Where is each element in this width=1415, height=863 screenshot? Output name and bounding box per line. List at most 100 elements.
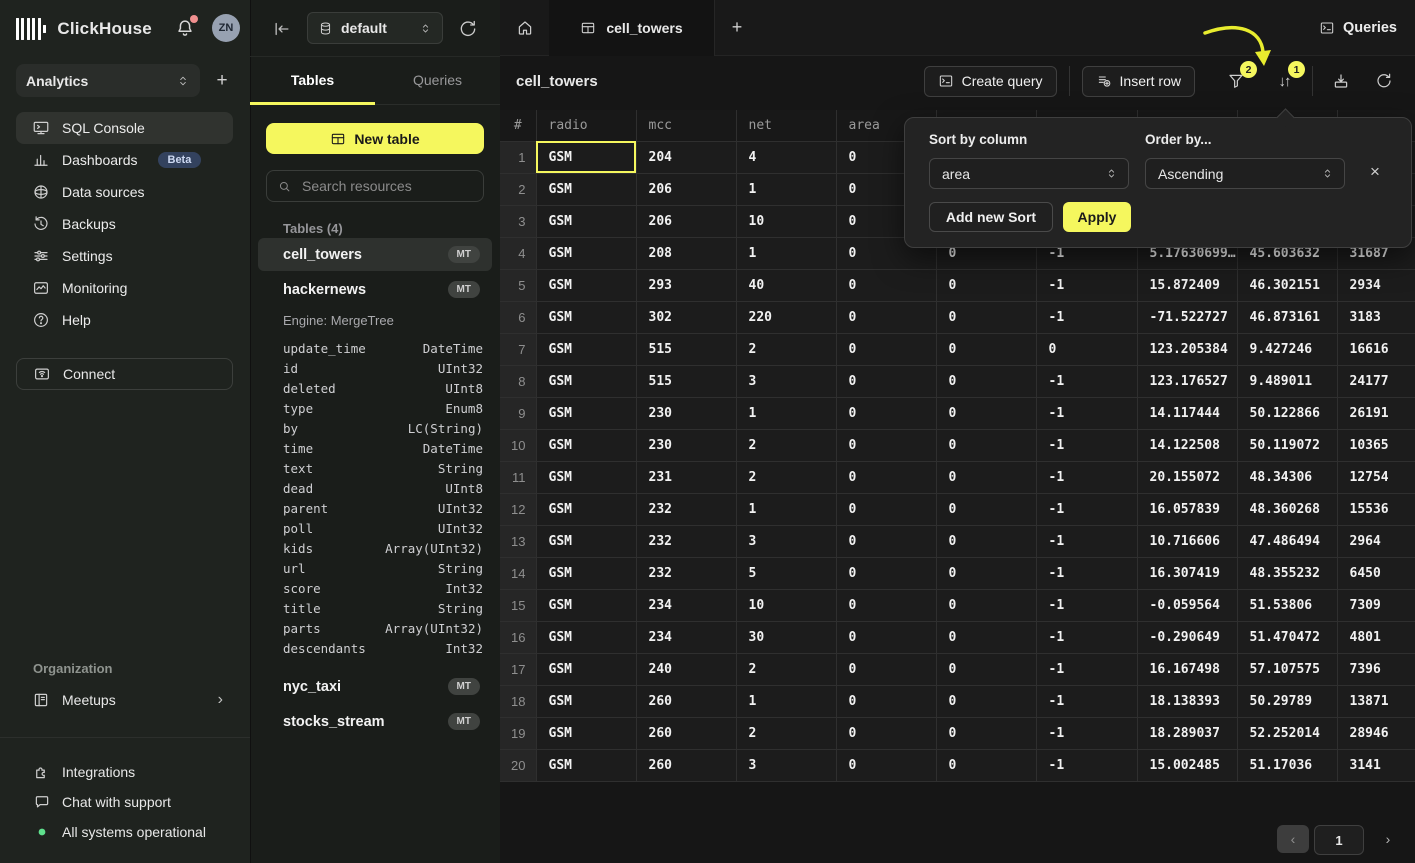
grid-cell[interactable]: 1 (736, 173, 836, 205)
grid-cell[interactable]: 9.427246 (1237, 333, 1337, 365)
grid-cell[interactable]: GSM (536, 397, 636, 429)
grid-cell[interactable]: 10.716606 (1137, 525, 1237, 557)
grid-cell[interactable]: 2 (736, 717, 836, 749)
grid-cell[interactable]: -1 (1036, 685, 1137, 717)
search-box[interactable] (266, 170, 484, 202)
grid-cell[interactable]: 260 (636, 717, 736, 749)
tab-cell-towers[interactable]: cell_towers (549, 0, 715, 56)
grid-cell[interactable]: 0 (836, 333, 936, 365)
grid-cell[interactable]: 1 (736, 397, 836, 429)
grid-cell[interactable]: 0 (836, 429, 936, 461)
filter-button[interactable]: 2 (1223, 68, 1249, 94)
grid-cell[interactable]: 0 (936, 653, 1036, 685)
grid-cell[interactable]: GSM (536, 749, 636, 781)
table-item-nyc_taxi[interactable]: nyc_taxiMT (258, 670, 492, 703)
grid-cell[interactable]: 26191 (1337, 397, 1415, 429)
grid-cell[interactable]: 0 (836, 685, 936, 717)
grid-cell[interactable]: 206 (636, 173, 736, 205)
grid-cell[interactable]: 18.138393 (1137, 685, 1237, 717)
grid-cell[interactable]: 7309 (1337, 589, 1415, 621)
grid-cell[interactable]: 0 (936, 429, 1036, 461)
queries-button[interactable]: Queries (1319, 0, 1397, 55)
grid-cell[interactable]: 123.176527 (1137, 365, 1237, 397)
grid-cell[interactable]: -0.059564 (1137, 589, 1237, 621)
grid-cell[interactable]: GSM (536, 525, 636, 557)
new-table-button[interactable]: New table (266, 123, 484, 154)
grid-cell[interactable]: GSM (536, 461, 636, 493)
grid-cell[interactable]: 0 (836, 653, 936, 685)
new-tab-button[interactable]: + (715, 0, 759, 55)
grid-cell[interactable]: 16.307419 (1137, 557, 1237, 589)
grid-cell[interactable]: 46.873161 (1237, 301, 1337, 333)
sort-column-select[interactable]: area (929, 158, 1129, 189)
grid-cell[interactable]: 28946 (1337, 717, 1415, 749)
grid-cell[interactable]: 3 (736, 525, 836, 557)
grid-cell[interactable]: 4801 (1337, 621, 1415, 653)
grid-cell[interactable]: 3141 (1337, 749, 1415, 781)
grid-cell[interactable]: 18.289037 (1137, 717, 1237, 749)
grid-cell[interactable]: 6450 (1337, 557, 1415, 589)
grid-cell[interactable]: GSM (536, 333, 636, 365)
sidebar-item-backups[interactable]: Backups (16, 208, 233, 240)
grid-cell[interactable]: 240 (636, 653, 736, 685)
grid-cell[interactable]: -1 (1036, 397, 1137, 429)
grid-cell[interactable]: 15.872409 (1137, 269, 1237, 301)
grid-cell[interactable]: GSM (536, 557, 636, 589)
sidebar-item-monitoring[interactable]: Monitoring (16, 272, 233, 304)
grid-cell[interactable]: -1 (1036, 621, 1137, 653)
pagination-next-button[interactable]: › (1372, 825, 1404, 853)
grid-cell[interactable]: 16.057839 (1137, 493, 1237, 525)
sidebar-item-meetups[interactable]: Meetups › (16, 684, 233, 716)
add-new-sort-button[interactable]: Add new Sort (929, 202, 1053, 232)
sidebar-item-sql-console[interactable]: SQL Console (16, 112, 233, 144)
grid-cell[interactable]: 50.119072 (1237, 429, 1337, 461)
tab-tables[interactable]: Tables (250, 56, 375, 104)
grid-cell[interactable]: -1 (1036, 269, 1137, 301)
sidebar-item-dashboards[interactable]: DashboardsBeta (16, 144, 233, 176)
grid-cell[interactable]: 0 (1036, 333, 1137, 365)
grid-cell[interactable]: 2 (736, 333, 836, 365)
avatar[interactable]: ZN (212, 14, 240, 42)
table-item-stocks_stream[interactable]: stocks_streamMT (258, 705, 492, 738)
grid-cell[interactable]: 3 (736, 365, 836, 397)
grid-cell[interactable]: -1 (1036, 493, 1137, 525)
grid-cell[interactable]: 48.360268 (1237, 493, 1337, 525)
sort-order-select[interactable]: Ascending (1145, 158, 1345, 189)
grid-cell[interactable]: 2964 (1337, 525, 1415, 557)
grid-cell[interactable]: GSM (536, 589, 636, 621)
grid-cell[interactable]: 13871 (1337, 685, 1415, 717)
grid-cell[interactable]: 7396 (1337, 653, 1415, 685)
sidebar-item-integrations[interactable]: Integrations (33, 757, 233, 787)
pagination-current-page[interactable]: 1 (1314, 825, 1364, 855)
grid-cell[interactable]: GSM (536, 173, 636, 205)
grid-cell[interactable]: 24177 (1337, 365, 1415, 397)
grid-cell[interactable]: 230 (636, 397, 736, 429)
grid-cell[interactable]: 260 (636, 685, 736, 717)
grid-cell[interactable]: GSM (536, 429, 636, 461)
search-input[interactable] (300, 177, 473, 195)
sidebar-item-all-systems-operational[interactable]: All systems operational (33, 817, 233, 847)
grid-cell[interactable]: 14.117444 (1137, 397, 1237, 429)
grid-cell[interactable]: 2 (736, 429, 836, 461)
grid-cell[interactable]: 16.167498 (1137, 653, 1237, 685)
grid-cell[interactable]: 10365 (1337, 429, 1415, 461)
grid-cell[interactable]: 208 (636, 237, 736, 269)
grid-cell[interactable]: GSM (536, 717, 636, 749)
table-item-hackernews[interactable]: hackernewsMT (258, 273, 492, 306)
grid-cell[interactable]: 0 (836, 749, 936, 781)
grid-cell[interactable]: 230 (636, 429, 736, 461)
grid-cell[interactable]: 0 (936, 749, 1036, 781)
grid-cell[interactable]: 0 (836, 493, 936, 525)
grid-cell[interactable]: GSM (536, 205, 636, 237)
grid-cell[interactable]: 1 (736, 685, 836, 717)
grid-cell[interactable]: 232 (636, 557, 736, 589)
grid-cell[interactable]: 0 (936, 397, 1036, 429)
grid-cell[interactable]: 0 (836, 365, 936, 397)
add-workspace-button[interactable]: + (210, 70, 234, 92)
grid-cell[interactable]: 20.155072 (1137, 461, 1237, 493)
sort-button[interactable]: ↓↑ 1 (1271, 68, 1297, 94)
grid-cell[interactable]: 47.486494 (1237, 525, 1337, 557)
grid-cell[interactable]: 0 (936, 525, 1036, 557)
grid-cell[interactable]: 57.107575 (1237, 653, 1337, 685)
grid-cell[interactable]: 206 (636, 205, 736, 237)
